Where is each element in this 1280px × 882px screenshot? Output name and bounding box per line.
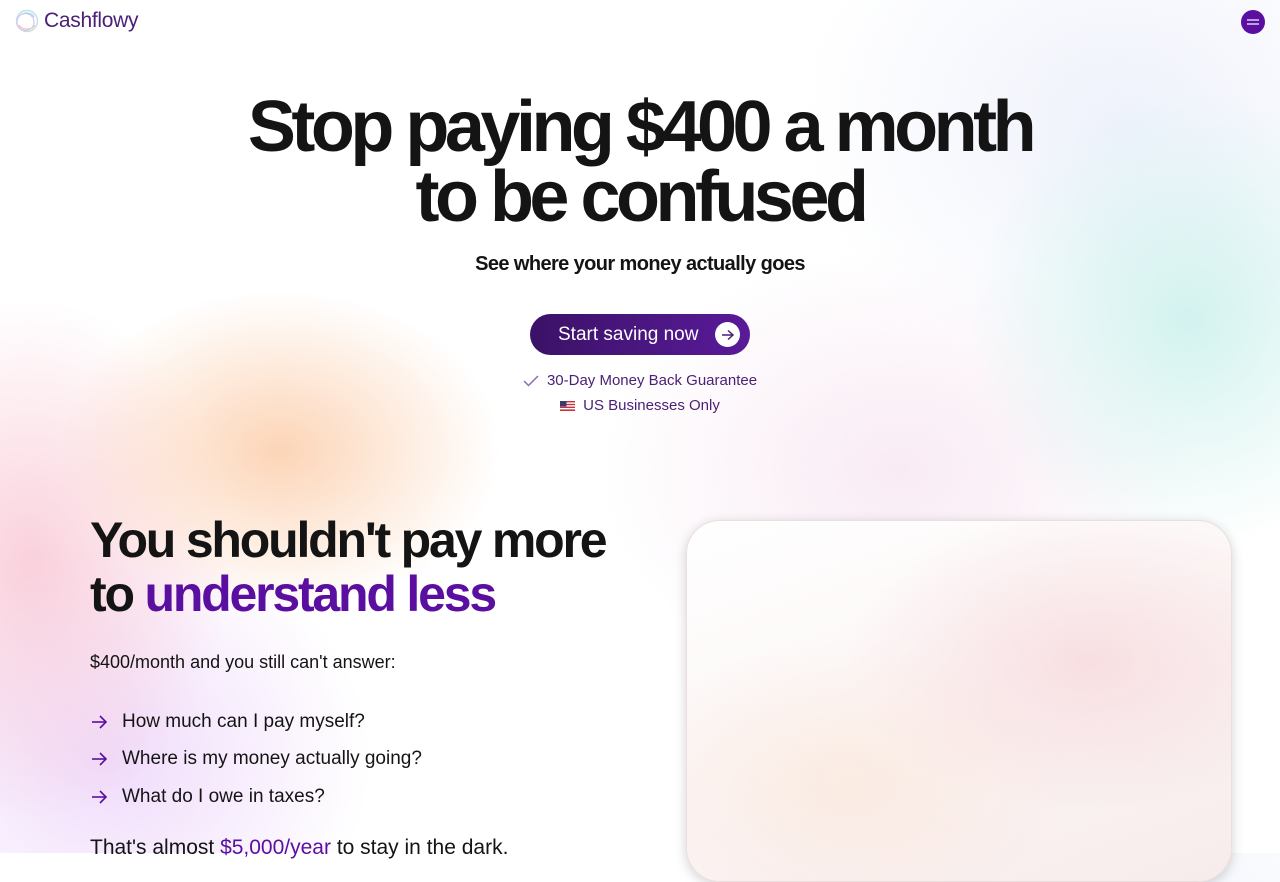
media-card xyxy=(686,520,1232,882)
section-title-accent: understand less xyxy=(144,566,497,622)
list-item: How much can I pay myself? xyxy=(90,703,422,741)
question-text: What do I owe in taxes? xyxy=(122,785,325,807)
region-text: US Businesses Only xyxy=(583,397,720,414)
list-item: What do I owe in taxes? xyxy=(90,778,422,816)
question-text: Where is my money actually going? xyxy=(122,748,422,770)
section-title-line-1: You shouldn't pay more xyxy=(90,512,608,568)
hero-title-line-2: to be confused xyxy=(415,157,869,237)
site-header: Cashflowy xyxy=(0,0,1280,44)
region-note: US Businesses Only xyxy=(0,397,1280,414)
hero-title-line-1: Stop paying $400 a month xyxy=(247,87,1037,167)
brand-logo[interactable]: Cashflowy xyxy=(14,8,138,34)
arrow-right-icon xyxy=(715,322,740,347)
logo-icon xyxy=(15,9,39,33)
checkmark-icon xyxy=(523,374,539,387)
brand-name: Cashflowy xyxy=(44,9,139,32)
media-card-glow xyxy=(687,521,1231,881)
question-text: How much can I pay myself? xyxy=(122,710,365,732)
hero-subtitle: See where your money actually goes xyxy=(475,253,805,275)
cta-label: Start saving now xyxy=(558,323,699,345)
section-title: You shouldn't pay more to understand les… xyxy=(90,512,608,622)
section-intro: $400/month and you still can't answer: xyxy=(90,652,396,672)
menu-button[interactable] xyxy=(1241,10,1265,34)
cost-amount: $5,000/year xyxy=(220,836,331,859)
arrow-right-icon xyxy=(92,715,108,729)
section-title-prefix: to xyxy=(90,566,145,622)
hamburger-icon xyxy=(1247,19,1259,25)
guarantee-text: 30-Day Money Back Guarantee xyxy=(546,372,758,389)
cost-prefix: That's almost xyxy=(90,836,221,859)
guarantee-note: 30-Day Money Back Guarantee xyxy=(0,372,1280,389)
arrow-right-icon xyxy=(92,790,108,804)
cost-suffix: to stay in the dark. xyxy=(330,836,509,859)
list-item: Where is my money actually going? xyxy=(90,741,422,779)
arrow-right-icon xyxy=(92,752,108,766)
hero-title: Stop paying $400 a month to be confused xyxy=(0,91,1280,233)
us-flag-icon xyxy=(560,400,576,411)
question-list: How much can I pay myself? Where is my m… xyxy=(90,703,422,816)
start-saving-button[interactable]: Start saving now xyxy=(530,314,750,355)
cost-statement: That's almost $5,000/year to stay in the… xyxy=(90,836,508,860)
